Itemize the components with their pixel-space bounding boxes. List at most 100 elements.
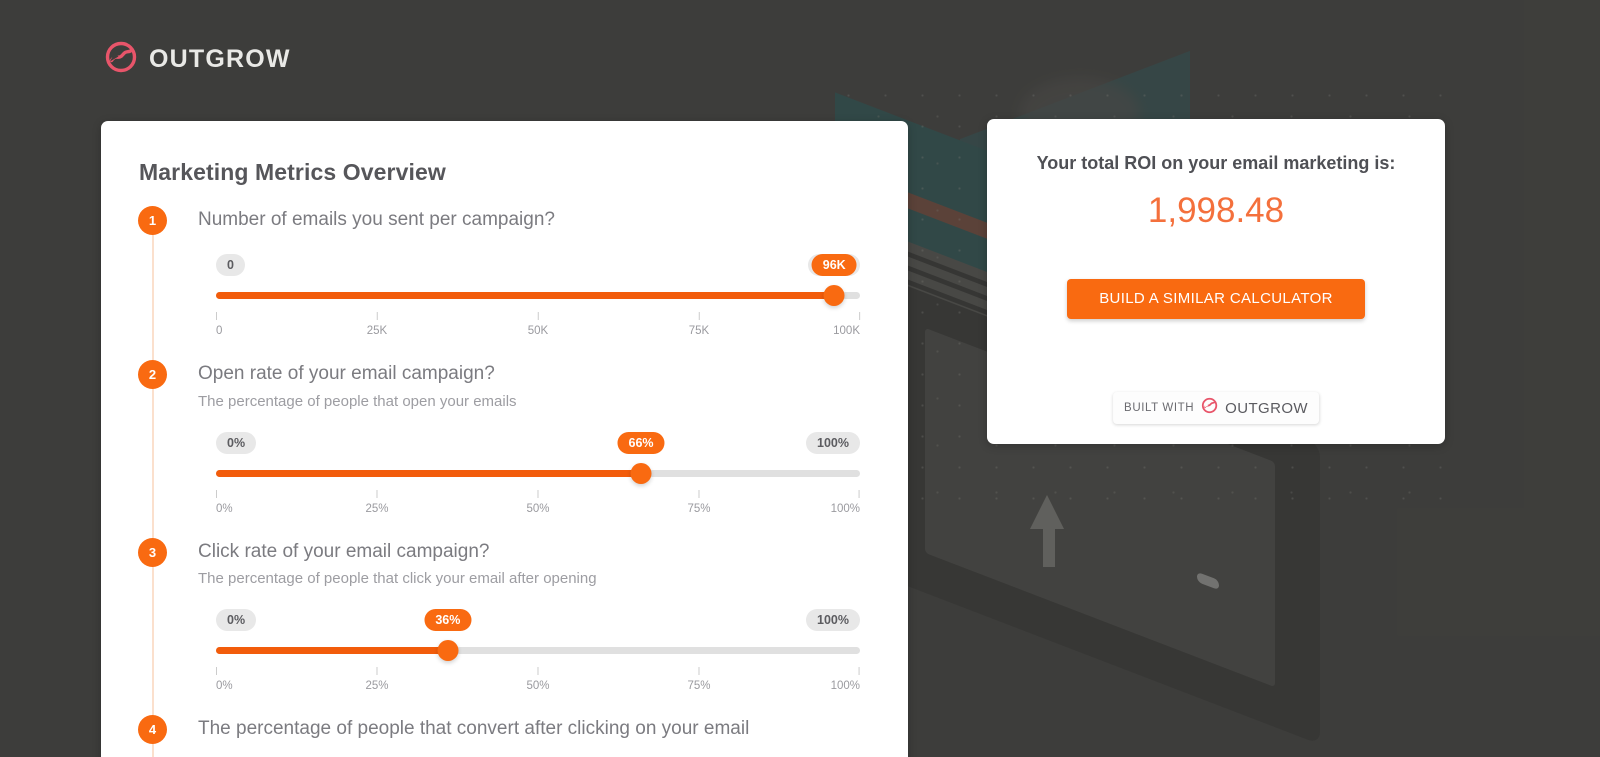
slider-max-label: 100% (806, 609, 860, 632)
slider-tick-row: 0 25K 50K 75K 100K (216, 311, 860, 338)
question-block: 4 The percentage of people that convert a… (101, 715, 908, 757)
slider-tick-mark (376, 667, 378, 676)
slider-value-bubble: 66% (617, 431, 665, 454)
slider-tick: 25% (365, 489, 389, 515)
slider-value-bubble: 36% (424, 609, 472, 632)
question-title: Open rate of your email campaign? (198, 362, 495, 384)
slider-tick-row: 0% 25% 50% 75% 100% (216, 489, 860, 516)
slider[interactable]: 0% 100% 66% 0% 25% 50% 75% 100% (216, 431, 860, 518)
slider-tick-label: 50% (526, 680, 550, 693)
slider-min-label: 0 (216, 253, 245, 276)
question-list: 1 Number of emails you sent per campaign?… (101, 206, 908, 757)
slider-tick-label: 25% (365, 502, 389, 515)
slider-track-fill (216, 647, 448, 655)
slider[interactable]: 0% 100% 36% 0% 25% 50% 75% 100% (216, 609, 860, 695)
slider-tick-label: 100K (833, 324, 860, 337)
slider-bubble-row: 0100K96K (216, 253, 860, 276)
question-block: 1 Number of emails you sent per campaign?… (101, 206, 908, 374)
question-block: 3 Click rate of your email campaign? The p… (101, 537, 908, 730)
slider-tick-mark (216, 667, 217, 676)
slider-bubble-row: 0% 100% 36% (216, 609, 860, 632)
question-number-badge: 1 (138, 206, 167, 235)
built-with-brand: OUTGROW (1225, 399, 1308, 417)
slider-tick-mark (216, 489, 217, 498)
question-number-badge: 3 (138, 537, 167, 567)
slider-max-label: 100% (806, 431, 860, 454)
slider-tick-mark (859, 489, 860, 498)
slider-bubble-row: 0% 100% 66% (216, 431, 860, 454)
slider-tick-mark (537, 489, 539, 498)
logo-wordmark: OUTGROW (149, 45, 291, 73)
build-similar-calculator-button[interactable]: BUILD A SIMILAR CALCULATOR (1067, 279, 1365, 319)
slider-tick-label: 0% (216, 502, 233, 515)
slider-tick: 75% (687, 667, 711, 693)
slider-min-label: 0% (216, 431, 257, 454)
slider-tick: 50K (527, 311, 549, 337)
slider-tick-mark (698, 489, 700, 498)
slider-tick-label: 0 (216, 324, 223, 337)
slider-tick: 100K (833, 311, 860, 337)
slider-tick: 100% (830, 489, 860, 515)
slider-tick-mark (698, 311, 700, 320)
slider-tick: 0% (216, 489, 233, 515)
slider-tick-label: 25K (366, 324, 388, 337)
slider-tick-label: 100% (830, 502, 860, 515)
slider-track[interactable] (216, 469, 860, 477)
question-title: Click rate of your email campaign? (198, 540, 490, 562)
slider-tick-mark (859, 667, 860, 676)
question-subtitle: The percentage of people that open your … (198, 392, 517, 410)
slider-tick: 50% (526, 667, 550, 693)
slider-tick: 100% (831, 667, 860, 692)
slider-tick-mark (537, 667, 539, 676)
slider-tick-label: 100% (830, 680, 860, 693)
outgrow-swirl-icon-small (1201, 397, 1218, 419)
timeline-connector (152, 373, 154, 552)
slider-tick: 0 (216, 311, 223, 337)
slider-tick-mark (859, 311, 860, 320)
slider-tick: 75K (689, 311, 709, 337)
slider-track[interactable] (216, 647, 860, 655)
slider-tick-label: 0% (216, 680, 233, 693)
question-number-badge: 2 (138, 359, 167, 389)
timeline-connector (152, 220, 154, 374)
slider-handle[interactable] (437, 640, 459, 662)
bg-cursor-arrow-icon (1030, 495, 1064, 529)
slider-track[interactable] (216, 291, 860, 299)
calculator-title: Marketing Metrics Overview (139, 159, 446, 185)
slider-tick-mark (376, 311, 378, 320)
slider-tick-label: 25% (365, 680, 389, 693)
slider-tick-label: 50K (527, 324, 549, 337)
result-card: Your total ROI on your email marketing i… (987, 119, 1445, 444)
slider-handle[interactable] (823, 284, 845, 306)
slider-tick: 25K (366, 311, 388, 337)
slider-value-bubble: 96K (811, 253, 857, 276)
slider-tick-label: 75% (687, 502, 711, 515)
built-with-outgrow-badge[interactable]: BUILT WITH OUTGROW (1113, 392, 1319, 424)
calculator-card: Marketing Metrics Overview 1 Number of em… (101, 121, 908, 757)
slider-tick: 50% (526, 489, 550, 515)
question-title: Number of emails you sent per campaign? (198, 209, 555, 230)
outgrow-logo[interactable]: OUTGROW (104, 40, 291, 79)
question-block: 2 Open rate of your email campaign? The pe… (101, 359, 908, 552)
bg-cursor-stem (1043, 525, 1055, 567)
slider-handle[interactable] (630, 462, 652, 484)
built-with-label: BUILT WITH (1124, 402, 1195, 414)
question-title: The percentage of people that convert af… (198, 718, 750, 740)
slider-tick-mark (537, 311, 539, 320)
question-subtitle: The percentage of people that click your… (198, 570, 597, 588)
slider[interactable]: 0100K96K025K50K75K100K (216, 253, 860, 340)
slider-tick: 0% (216, 667, 233, 692)
slider-track-fill (216, 469, 642, 477)
bg-tablet-home-button (1197, 571, 1219, 591)
slider-tick-mark (216, 311, 217, 320)
slider-min-label: 0% (216, 609, 257, 632)
slider-tick-label: 50% (526, 502, 550, 515)
timeline-connector (152, 551, 154, 730)
slider-tick: 75% (687, 489, 711, 515)
result-value: 1,998.48 (1147, 191, 1285, 230)
slider-tick-label: 75% (687, 680, 711, 693)
slider-tick-mark (376, 489, 378, 498)
outgrow-swirl-icon (104, 40, 138, 79)
result-label: Your total ROI on your email marketing i… (1036, 153, 1396, 173)
slider-tick-mark (698, 667, 700, 676)
